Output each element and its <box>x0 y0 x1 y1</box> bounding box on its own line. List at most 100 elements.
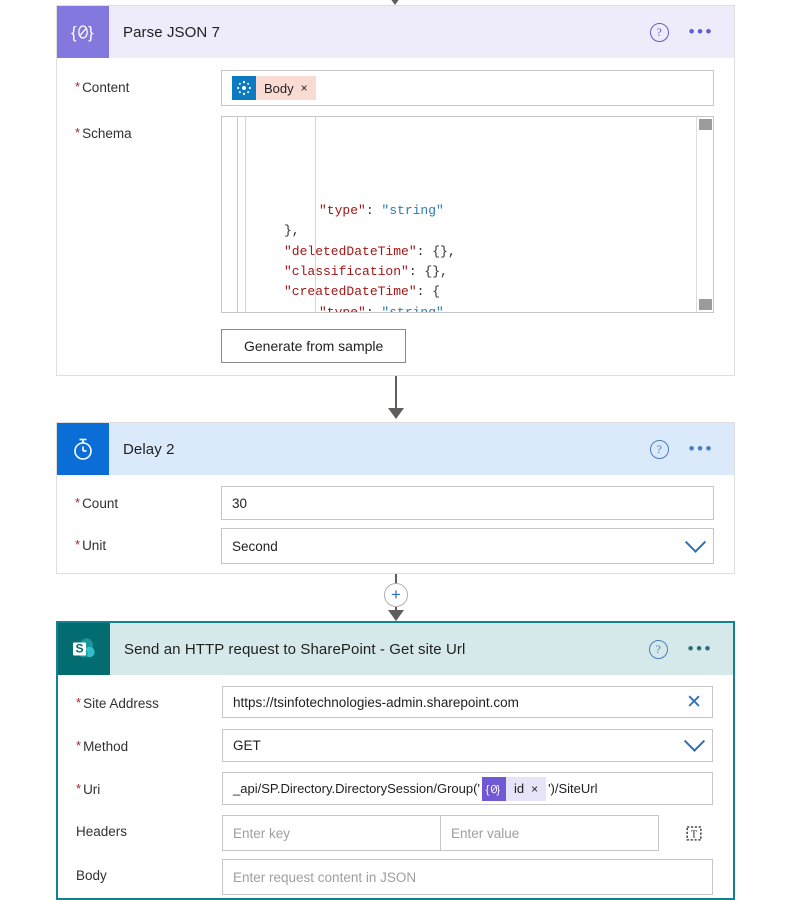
token-remove-icon[interactable]: × <box>531 782 538 796</box>
uri-prefix-text: _api/SP.Directory.DirectorySession/Group… <box>233 781 480 796</box>
field-row-uri: Uri _api/SP.Directory.DirectorySession/G… <box>58 764 733 807</box>
generate-from-sample-button[interactable]: Generate from sample <box>221 329 407 363</box>
site-address-value: https://tsinfotechnologies-admin.sharepo… <box>233 694 519 710</box>
card-header-parse-json[interactable]: { } Parse JSON 7 ? ••• <box>57 6 734 58</box>
schema-scrollbar[interactable] <box>696 117 713 312</box>
schema-token: : {}, <box>416 243 456 259</box>
more-commands-icon[interactable]: ••• <box>689 23 714 40</box>
help-icon[interactable]: ? <box>649 439 669 459</box>
schema-token: : { <box>416 284 441 300</box>
token-chip-id[interactable]: { } id × <box>481 776 547 801</box>
unit-value: Second <box>232 538 278 554</box>
help-icon[interactable]: ? <box>649 22 669 42</box>
action-card-parse-json[interactable]: { } Parse JSON 7 ? ••• Content <box>56 5 735 376</box>
label-headers: Headers <box>76 824 128 839</box>
content-input[interactable]: Body × <box>221 70 714 106</box>
label-method: Method <box>58 729 222 764</box>
action-card-sharepoint-http[interactable]: S Send an HTTP request to SharePoint - G… <box>56 621 735 900</box>
card-header-delay[interactable]: Delay 2 ? ••• <box>57 423 734 475</box>
field-row-body: Body Enter request content in JSON <box>58 851 733 895</box>
svg-text:}: } <box>496 784 500 796</box>
label-body: Body <box>76 868 107 883</box>
uri-input[interactable]: _api/SP.Directory.DirectorySession/Group… <box>222 772 713 805</box>
field-row-count: Count 30 <box>57 475 734 521</box>
field-content: Body × <box>221 70 734 106</box>
site-address-input[interactable]: https://tsinfotechnologies-admin.sharepo… <box>222 686 713 718</box>
label-unit: Unit <box>57 528 221 563</box>
delay-stopwatch-icon <box>57 423 109 475</box>
card-body-parse-json: Content <box>57 58 734 363</box>
schema-line: "createdDateTime": { <box>239 282 695 302</box>
parse-json-icon: { } <box>57 6 109 58</box>
field-row-generate: Generate from sample <box>57 313 734 363</box>
schema-editor[interactable]: "type": "string"}, "deletedDateTime": {},… <box>221 116 714 313</box>
svg-text:S: S <box>75 642 83 656</box>
token-chip-body[interactable]: Body × <box>232 76 316 100</box>
more-commands-icon[interactable]: ••• <box>688 640 713 657</box>
card-title-delay: Delay 2 <box>123 440 175 458</box>
schema-token: "classification" <box>284 264 409 280</box>
field-row-site-address: Site Address https://tsinfotechnologies-… <box>58 675 733 721</box>
field-uri: _api/SP.Directory.DirectorySession/Group… <box>222 772 733 805</box>
clear-icon[interactable]: ✕ <box>686 693 702 712</box>
schema-token: : <box>366 305 382 312</box>
field-row-method: Method GET <box>58 721 733 764</box>
more-commands-icon[interactable]: ••• <box>689 440 714 457</box>
body-input[interactable]: Enter request content in JSON <box>222 859 713 895</box>
field-schema: "type": "string"}, "deletedDateTime": {},… <box>221 116 734 313</box>
field-site-address: https://tsinfotechnologies-admin.sharepo… <box>222 686 733 718</box>
card-header-sharepoint[interactable]: S Send an HTTP request to SharePoint - G… <box>58 623 733 675</box>
svg-text:{: { <box>486 784 490 796</box>
header-key-placeholder: Enter key <box>233 825 291 841</box>
schema-token: "type" <box>319 203 366 219</box>
header-key-input[interactable]: Enter key <box>222 815 440 851</box>
card-header-actions: ? ••• <box>649 439 734 459</box>
add-step-button[interactable]: + <box>384 583 408 607</box>
card-header-actions: ? ••• <box>648 639 733 659</box>
action-card-delay[interactable]: Delay 2 ? ••• Count 30 Unit Second <box>56 422 735 574</box>
field-row-headers: Headers Enter key Enter value T <box>58 807 733 851</box>
schema-line: "type": "string" <box>239 201 695 221</box>
token-remove-icon[interactable]: × <box>301 81 308 95</box>
card-body-delay: Count 30 Unit Second <box>57 475 734 564</box>
schema-token: "string" <box>381 203 444 219</box>
method-value: GET <box>233 738 261 753</box>
flow-designer-canvas: { } Parse JSON 7 ? ••• Content <box>0 0 791 900</box>
scroll-down-icon[interactable] <box>699 299 712 310</box>
help-icon[interactable]: ? <box>648 639 668 659</box>
schema-code-text[interactable]: "type": "string"}, "deletedDateTime": {},… <box>239 117 695 312</box>
scroll-up-icon[interactable] <box>699 119 712 130</box>
method-dropdown[interactable]: GET <box>222 729 713 762</box>
schema-token: "deletedDateTime" <box>284 243 417 259</box>
card-title-parse-json: Parse JSON 7 <box>123 23 221 41</box>
switch-to-text-mode-icon[interactable]: T <box>683 822 705 844</box>
count-input[interactable]: 30 <box>221 486 714 520</box>
schema-token: : {}, <box>408 264 448 280</box>
field-generate: Generate from sample <box>221 329 734 363</box>
schema-token: "createdDateTime" <box>284 284 417 300</box>
arrowhead-icon <box>388 408 404 419</box>
count-value: 30 <box>232 495 248 511</box>
chevron-down-icon[interactable] <box>684 531 707 553</box>
card-header-actions: ? ••• <box>649 22 734 42</box>
field-row-unit: Unit Second <box>57 521 734 564</box>
label-count: Count <box>57 486 221 521</box>
schema-token: "type" <box>319 305 366 312</box>
field-unit: Second <box>221 528 734 564</box>
sharepoint-icon: S <box>58 623 110 675</box>
schema-line: "type": "string" <box>239 303 695 312</box>
token-chip-body-content: Body × <box>256 76 316 100</box>
field-method: GET <box>222 729 733 762</box>
label-content: Content <box>57 70 221 105</box>
unit-dropdown[interactable]: Second <box>221 528 714 564</box>
schema-line: }, <box>239 221 695 241</box>
card-title-sharepoint: Send an HTTP request to SharePoint - Get… <box>124 640 466 658</box>
field-count: 30 <box>221 486 734 520</box>
header-value-input[interactable]: Enter value <box>440 815 659 851</box>
label-schema: Schema <box>57 116 221 151</box>
svg-text:}: } <box>88 23 94 42</box>
chevron-down-icon[interactable] <box>683 730 706 752</box>
token-chip-id-content: id × <box>505 776 547 801</box>
expression-token-icon: { } <box>481 776 506 801</box>
field-row-content: Content <box>57 58 734 106</box>
